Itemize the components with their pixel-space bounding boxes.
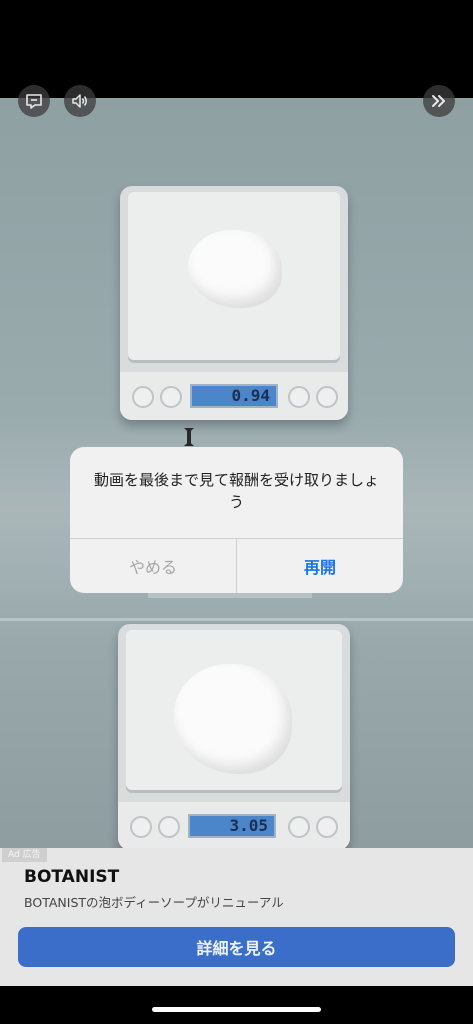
- caption-icon: [26, 94, 42, 109]
- volume-button[interactable]: [64, 85, 96, 117]
- scale-button: [316, 816, 338, 838]
- scale-button: [288, 386, 310, 408]
- caption-button[interactable]: [18, 85, 50, 117]
- ad-description: BOTANISTの泡ボディーソープがリニューアル: [24, 895, 284, 910]
- foam-blob: [188, 230, 282, 308]
- scale-top: 0.94: [120, 186, 348, 420]
- reward-dialog: 動画を最後まで見て報酬を受け取りましょう やめる 再開: [70, 447, 403, 593]
- dialog-message: 動画を最後まで見て報酬を受け取りましょう: [93, 471, 379, 511]
- scale-bottom: 3.05: [118, 624, 350, 850]
- scale-button: [158, 816, 180, 838]
- scale-display: 0.94: [190, 384, 278, 408]
- ad-card: Ad 広告 BOTANIST BOTANISTの泡ボディーソープがリニューアル …: [0, 848, 473, 986]
- scale-platform: [126, 630, 342, 790]
- details-button[interactable]: 詳細を見る: [18, 927, 455, 967]
- resume-button[interactable]: 再開: [237, 539, 403, 593]
- scale-button: [132, 386, 154, 408]
- scale-panel: 0.94: [120, 372, 348, 420]
- scale-platform: [128, 192, 340, 360]
- home-indicator[interactable]: [152, 1007, 321, 1012]
- cancel-button[interactable]: やめる: [70, 539, 236, 593]
- volume-icon: [72, 94, 87, 108]
- fast-forward-icon: [432, 95, 445, 107]
- scale-display: 3.05: [188, 814, 276, 838]
- scale-button: [160, 386, 182, 408]
- scale-panel: 3.05: [118, 802, 350, 850]
- ad-badge: Ad 広告: [2, 848, 47, 862]
- scale-button: [288, 816, 310, 838]
- skip-button[interactable]: [423, 85, 455, 117]
- scale-button: [130, 816, 152, 838]
- foam-blob: [174, 664, 292, 774]
- ad-title: BOTANIST: [24, 867, 120, 887]
- video-scene-divider: [0, 618, 473, 621]
- scale-button: [316, 386, 338, 408]
